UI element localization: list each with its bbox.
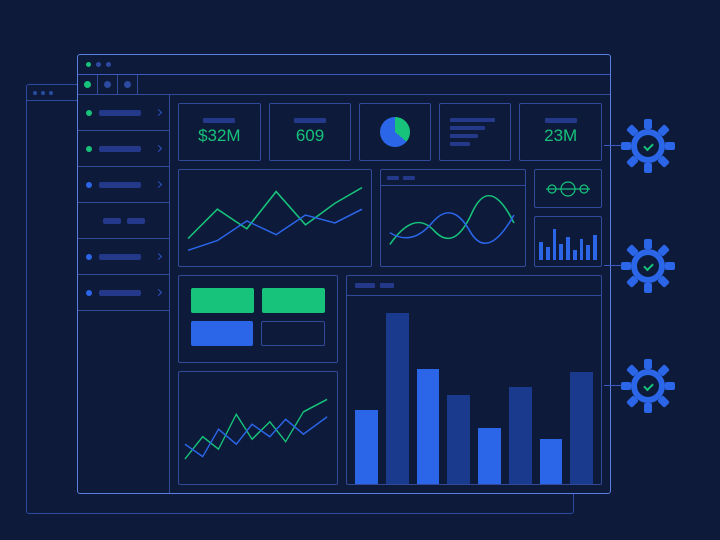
main-content: $32M 609 23M (170, 95, 610, 493)
block-button[interactable] (191, 321, 253, 346)
sidebar-item[interactable] (78, 95, 169, 131)
line-chart-a[interactable] (178, 169, 372, 267)
tab-bar (78, 75, 610, 95)
metric-card-b[interactable]: 609 (269, 103, 352, 161)
dashboard-window: $32M 609 23M (77, 54, 611, 494)
pie-chart (380, 117, 410, 147)
mini-bar-chart[interactable] (534, 216, 602, 267)
sidebar-group (78, 203, 169, 239)
gear-status (620, 358, 676, 414)
status-gears (620, 118, 676, 414)
metric-label-placeholder (545, 118, 577, 123)
window-dot[interactable] (96, 62, 101, 67)
chevron-right-icon (155, 289, 162, 296)
big-bar-chart[interactable] (346, 275, 602, 485)
check-icon (642, 380, 654, 392)
metric-value: $32M (198, 126, 241, 146)
bar-series (355, 298, 593, 484)
block-button[interactable] (262, 288, 325, 313)
sidebar-item[interactable] (78, 239, 169, 275)
pie-chart-card[interactable] (359, 103, 431, 161)
metric-label-placeholder (203, 118, 235, 123)
text-lines-card[interactable] (439, 103, 511, 161)
sidebar-item[interactable] (78, 131, 169, 167)
gear-status (620, 118, 676, 174)
titlebar[interactable] (78, 55, 610, 75)
node-diagram-icon (542, 177, 594, 201)
chevron-right-icon (155, 145, 162, 152)
blocks-card[interactable] (178, 275, 338, 363)
check-icon (642, 140, 654, 152)
tab[interactable] (98, 75, 118, 94)
sidebar-item[interactable] (78, 275, 169, 311)
metric-label-placeholder (294, 118, 326, 123)
window-dot[interactable] (86, 62, 91, 67)
line-chart-b[interactable] (380, 169, 526, 267)
tab[interactable] (118, 75, 138, 94)
diagram-card[interactable] (534, 169, 602, 208)
chevron-right-icon (155, 253, 162, 260)
metric-card-a[interactable]: $32M (178, 103, 261, 161)
block-button[interactable] (261, 321, 325, 346)
gear-status (620, 238, 676, 294)
block-button[interactable] (191, 288, 254, 313)
chevron-right-icon (155, 109, 162, 116)
sidebar (78, 95, 170, 493)
metric-value: 609 (296, 126, 324, 146)
metric-card-c[interactable]: 23M (519, 103, 602, 161)
check-icon (642, 260, 654, 272)
sidebar-item[interactable] (78, 167, 169, 203)
window-dot[interactable] (106, 62, 111, 67)
chevron-right-icon (155, 181, 162, 188)
tab-active[interactable] (78, 75, 98, 94)
mini-line-chart[interactable] (178, 371, 338, 485)
metric-value: 23M (544, 126, 577, 146)
